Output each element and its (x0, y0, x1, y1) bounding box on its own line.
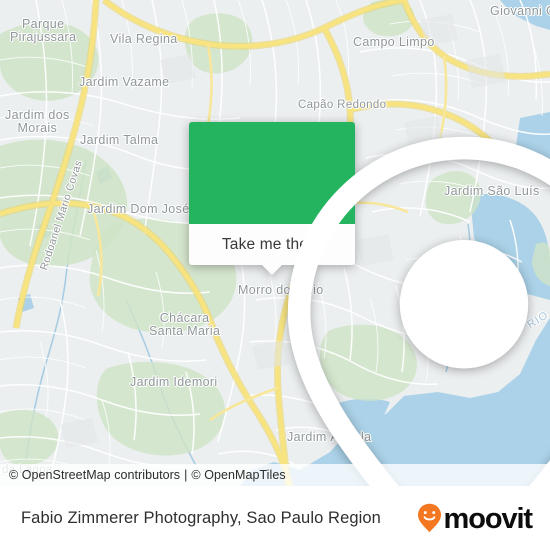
map-pin-icon (287, 136, 550, 486)
popup-image-area (189, 122, 550, 486)
attribution-tiles[interactable]: © OpenMapTiles (191, 468, 285, 482)
attribution-separator: | (184, 468, 188, 482)
popup-tail (261, 264, 283, 275)
map-canvas[interactable]: Parque Pirajussara Vila Regina Campo Limpo… (0, 0, 550, 486)
map-attribution: © OpenStreetMap contributors | © OpenMap… (0, 464, 550, 486)
map-screen: Parque Pirajussara Vila Regina Campo Limpo… (0, 0, 550, 550)
page-footer: Fabio Zimmerer Photography, Sao Paulo Re… (0, 486, 550, 550)
attribution-osm[interactable]: © OpenStreetMap contributors (9, 468, 180, 482)
location-popup[interactable]: Take me there (189, 122, 550, 486)
footer-title: Fabio Zimmerer Photography, Sao Paulo Re… (21, 508, 381, 527)
moovit-logo[interactable]: moovit (417, 502, 534, 535)
moovit-wordmark: moovit (443, 502, 534, 535)
moovit-smiley-pin-icon (417, 503, 441, 533)
